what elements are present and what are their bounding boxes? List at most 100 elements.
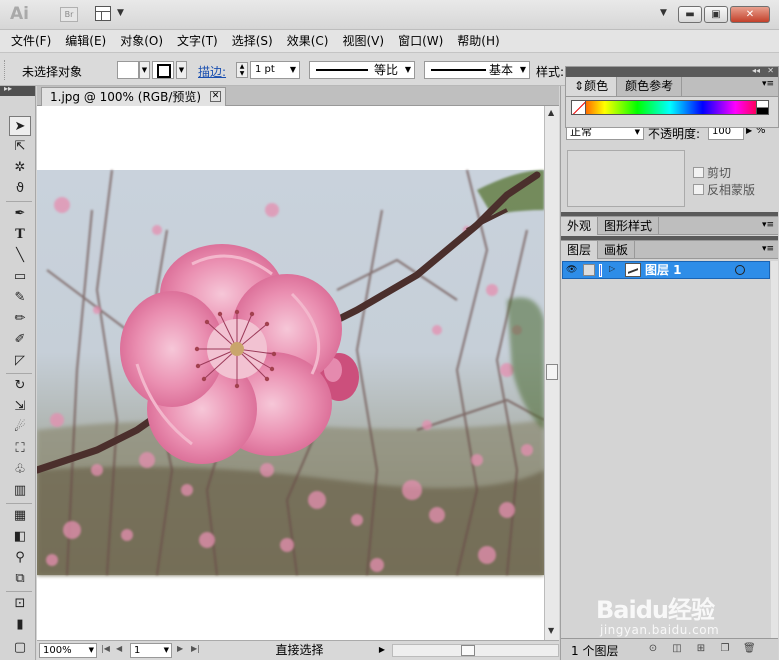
layers-scrollbar[interactable] (771, 261, 778, 638)
canvas-vertical-scrollbar[interactable]: ▲ ▼ (544, 106, 559, 640)
previous-artboard-icon[interactable]: ◀ (116, 644, 122, 653)
layer-target-icon[interactable] (735, 265, 745, 275)
visibility-eye-icon[interactable]: 👁 (566, 265, 578, 275)
none-swatch[interactable] (571, 100, 586, 115)
stroke-dropdown[interactable]: ▼ (176, 61, 187, 79)
color-spectrum-bar[interactable] (571, 100, 769, 115)
workspace-dropdown-icon[interactable]: ▼ (660, 8, 667, 18)
menu-file[interactable]: 文件(F) (4, 30, 58, 52)
layer-row[interactable]: 👁 ▷ 图层 1 (562, 261, 770, 279)
menu-edit[interactable]: 编辑(E) (58, 30, 113, 52)
scale-tool[interactable]: ⇲ (9, 397, 31, 417)
blob-brush-tool[interactable]: ✐ (9, 330, 31, 350)
pen-tool[interactable]: ✒ (9, 204, 31, 224)
variable-width-profile-select[interactable]: 等比 ▼ (309, 61, 415, 79)
invert-mask-checkbox[interactable] (693, 184, 704, 195)
eraser-tool[interactable]: ◸ (9, 351, 31, 371)
lock-toggle[interactable] (583, 264, 595, 276)
tab-graphic-styles[interactable]: 图形样式 (598, 217, 660, 235)
placed-photo-blossom[interactable] (37, 106, 544, 640)
close-button[interactable]: ✕ (730, 6, 770, 23)
collapse-icon[interactable]: ◂◂ (752, 66, 760, 75)
clipping-mask-icon[interactable]: ◫ (671, 643, 683, 655)
rectangle-tool[interactable]: ▭ (9, 267, 31, 287)
free-transform-tool[interactable]: ⛶ (9, 439, 31, 459)
brush-definition-select[interactable]: 基本 ▼ (424, 61, 530, 79)
new-sublayer-icon[interactable]: ⊞ (695, 643, 707, 655)
menu-select[interactable]: 选择(S) (225, 30, 280, 52)
line-tool[interactable]: ╲ (9, 246, 31, 266)
slice-tool[interactable]: ⊡ (9, 594, 31, 614)
bridge-button[interactable]: Br (60, 7, 78, 22)
trash-icon[interactable]: 🗑 (743, 643, 756, 655)
close-icon[interactable]: ✕ (767, 66, 774, 75)
column-tool[interactable]: ▮ (9, 615, 31, 635)
zoom-select[interactable]: 100% ▼ (39, 643, 97, 658)
scroll-thumb[interactable] (461, 645, 475, 656)
stroke-weight-stepper[interactable]: ▲ ▼ (236, 62, 248, 78)
invert-mask-option[interactable]: 反相蒙版 (693, 181, 755, 198)
menu-effect[interactable]: 效果(C) (280, 30, 336, 52)
magic-wand-tool[interactable]: ✲ (9, 158, 31, 178)
stroke-panel-link[interactable]: 描边: (198, 63, 226, 80)
gradient-tool[interactable]: ◧ (9, 527, 31, 547)
clip-checkbox[interactable] (693, 167, 704, 178)
stroke-weight-select[interactable]: 1 pt ▼ (250, 61, 300, 79)
selection-tool[interactable]: ➤ (9, 116, 31, 136)
status-menu[interactable]: 直接选择 ▶ (212, 643, 387, 658)
direct-selection-tool[interactable]: ⇱ (9, 137, 31, 157)
tools-panel-header[interactable]: ▸▸ (0, 84, 35, 96)
opacity-mask-thumbnail[interactable] (567, 150, 685, 207)
screen-mode-tool[interactable]: ▢ (9, 638, 31, 658)
artboard-number-select[interactable]: 1 ▼ (130, 643, 172, 658)
layer-selection-indicator[interactable] (759, 263, 769, 277)
mesh-tool[interactable]: ▦ (9, 506, 31, 526)
stroke-swatch[interactable] (152, 61, 174, 79)
warp-tool[interactable]: ☄ (9, 418, 31, 438)
fill-dropdown[interactable]: ▼ (139, 61, 150, 79)
tab-appearance[interactable]: 外观 (561, 217, 599, 235)
last-artboard-icon[interactable]: ▶| (191, 644, 200, 653)
rotate-tool[interactable]: ↻ (9, 376, 31, 396)
type-tool[interactable]: T (9, 225, 31, 245)
expand-triangle-icon[interactable]: ▷ (609, 264, 615, 273)
artboard-canvas[interactable] (37, 106, 544, 640)
menu-help[interactable]: 帮助(H) (450, 30, 506, 52)
tab-color[interactable]: ⇕颜色 (566, 77, 618, 96)
lasso-tool[interactable]: ϑ (9, 179, 31, 199)
arrange-documents-icon[interactable] (95, 6, 111, 21)
maximize-button[interactable]: ▣ (704, 6, 728, 23)
menu-window[interactable]: 窗口(W) (391, 30, 450, 52)
scroll-down-icon[interactable]: ▼ (548, 626, 554, 635)
panel-menu-icon[interactable]: ▾≡ (762, 79, 774, 89)
panel-menu-icon[interactable]: ▾≡ (762, 244, 774, 254)
blend-tool[interactable]: ⧉ (9, 569, 31, 589)
panel-menu-icon[interactable]: ▾≡ (762, 220, 774, 230)
arrange-dropdown-icon[interactable]: ▼ (117, 8, 124, 18)
tab-color-guide[interactable]: 颜色参考 (617, 77, 683, 96)
scroll-up-icon[interactable]: ▲ (548, 108, 554, 117)
black-white-swatch[interactable] (756, 100, 769, 115)
column-graph-tool[interactable]: ▥ (9, 481, 31, 501)
fill-swatch[interactable] (117, 61, 139, 79)
menu-object[interactable]: 对象(O) (113, 30, 170, 52)
first-artboard-icon[interactable]: |◀ (101, 644, 110, 653)
canvas-horizontal-scrollbar[interactable] (392, 644, 559, 657)
scroll-thumb[interactable] (546, 364, 558, 380)
clip-option[interactable]: 剪切 (693, 164, 731, 181)
collapse-icon[interactable]: ▸▸ (4, 84, 12, 93)
paintbrush-tool[interactable]: ✎ (9, 288, 31, 308)
minimize-button[interactable]: ▬ (678, 6, 702, 23)
symbol-sprayer-tool[interactable]: ♧ (9, 460, 31, 480)
pencil-tool[interactable]: ✏ (9, 309, 31, 329)
tab-artboards[interactable]: 画板 (598, 241, 636, 259)
next-artboard-icon[interactable]: ▶ (177, 644, 183, 653)
control-bar-grip[interactable] (4, 60, 7, 80)
new-layer-icon[interactable]: ❐ (719, 643, 731, 655)
color-panel-header[interactable]: ◂◂ ✕ (566, 66, 778, 77)
tab-layers[interactable]: 图层 (561, 241, 599, 259)
eyedropper-tool[interactable]: ⚲ (9, 548, 31, 568)
locate-object-icon[interactable]: ⊙ (647, 643, 659, 655)
close-icon[interactable]: ✕ (210, 91, 222, 102)
layer-name[interactable]: 图层 1 (645, 262, 682, 278)
